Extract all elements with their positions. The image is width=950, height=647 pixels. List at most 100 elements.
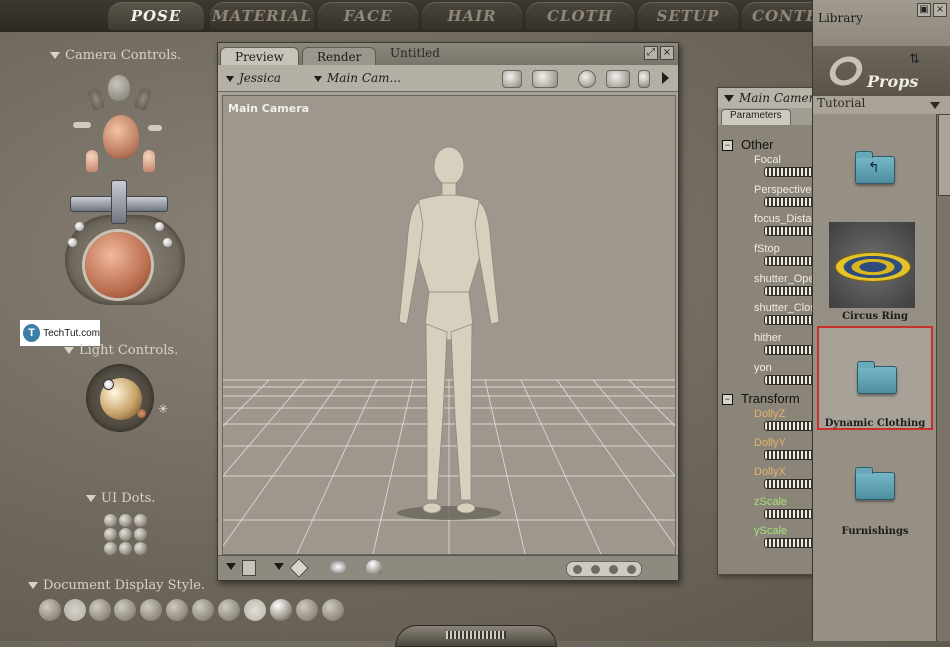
viewport-layout-pill[interactable]	[566, 561, 642, 577]
tab-face[interactable]: FACE	[318, 2, 418, 30]
style-lit-wireframe-button[interactable]	[140, 599, 162, 621]
param-perspective-label: Perspective	[754, 184, 812, 196]
mode-tab-bar: POSE MATERIAL FACE HAIR CLOTH SETUP CONT…	[0, 0, 832, 32]
library-item-dynamic-clothing[interactable]: Dynamic Clothing	[817, 326, 933, 430]
camera-dot-2[interactable]	[68, 238, 77, 247]
scatter-icon[interactable]	[330, 561, 346, 573]
bottom-dropdown-icon[interactable]	[226, 563, 236, 570]
light-bulb-icon[interactable]	[366, 560, 382, 574]
bottom-dropdown-2-icon[interactable]	[274, 563, 284, 570]
params-actor-dropdown[interactable]: Main Camera	[718, 88, 820, 108]
document-display-style-section[interactable]: Document Display Style.	[28, 578, 205, 593]
camera-dot-1[interactable]	[75, 222, 84, 231]
style-cartoon-line-button[interactable]	[244, 599, 266, 621]
library-scrollbar-thumb[interactable]	[938, 114, 950, 196]
library-item-furnishings[interactable]: Furnishings	[817, 432, 933, 537]
camera-icon[interactable]	[502, 70, 522, 88]
tab-setup[interactable]: SETUP	[638, 2, 738, 30]
library-item-up-folder[interactable]: ↰	[817, 114, 933, 218]
resize-icon[interactable]: ⤢	[644, 46, 658, 60]
tab-parameters[interactable]: Parameters	[721, 109, 791, 125]
tab-material[interactable]: MATERIAL	[210, 2, 314, 30]
style-outline-button[interactable]	[64, 599, 86, 621]
param-dollyz-label: DollyZ	[754, 408, 786, 420]
collapse-minus-icon[interactable]: −	[722, 394, 733, 405]
layout-dot[interactable]	[627, 565, 636, 574]
style-silhouette-button[interactable]	[39, 599, 61, 621]
style-smooth-lined-button[interactable]	[296, 599, 318, 621]
tab-preview[interactable]: Preview	[220, 47, 299, 66]
collapse-minus-icon[interactable]: −	[722, 140, 733, 151]
light-add-icon[interactable]: ✳	[158, 402, 168, 416]
ui-dot[interactable]	[119, 542, 132, 555]
light-controls-section[interactable]: Light Controls.	[64, 343, 178, 358]
3d-viewport[interactable]: Main Camera	[222, 95, 676, 555]
next-arrow-icon[interactable]	[662, 72, 669, 84]
ui-dots-section[interactable]: UI Dots.	[86, 491, 156, 506]
camera-dot-4[interactable]	[163, 238, 172, 247]
tab-cloth[interactable]: CLOTH	[526, 2, 634, 30]
ui-dot[interactable]	[119, 514, 132, 527]
ui-dot[interactable]	[134, 528, 147, 541]
library-minimize-icon[interactable]: ▣	[917, 3, 931, 17]
orbit-left-icon[interactable]	[73, 122, 91, 128]
group-other[interactable]: − Other	[722, 137, 774, 152]
ui-dot[interactable]	[104, 514, 117, 527]
figure-dropdown[interactable]: Jessica	[226, 71, 281, 85]
group-transform[interactable]: − Transform	[722, 391, 800, 406]
ui-dot[interactable]	[104, 528, 117, 541]
light-handle-2[interactable]	[137, 409, 146, 418]
move-vertical-icon[interactable]	[111, 180, 127, 224]
camera-head-icon[interactable]	[103, 115, 139, 159]
cube-icon[interactable]	[289, 558, 309, 578]
library-close-icon[interactable]: ×	[933, 3, 947, 17]
camera-controls-section[interactable]: Camera Controls.	[50, 48, 181, 63]
camera-dropdown[interactable]: Main Cam...	[314, 71, 401, 85]
zoom-icon[interactable]	[638, 70, 650, 88]
category-switch-icon[interactable]: ⇅	[909, 52, 920, 67]
square-icon[interactable]	[242, 560, 256, 576]
move-icon[interactable]	[606, 70, 630, 88]
close-icon[interactable]: ×	[660, 46, 674, 60]
collapse-triangle-icon	[28, 582, 38, 589]
drawer-grip-icon	[446, 631, 506, 639]
ui-dot[interactable]	[134, 542, 147, 555]
bottom-drawer-handle[interactable]	[395, 625, 557, 647]
rotate-icon[interactable]	[578, 70, 596, 88]
ui-dot[interactable]	[119, 528, 132, 541]
camera-dot-3[interactable]	[155, 222, 164, 231]
left-hand-icon[interactable]	[86, 150, 98, 172]
style-flat-shaded-button[interactable]	[166, 599, 188, 621]
right-hand-icon[interactable]	[143, 150, 155, 172]
library-item-circus-ring[interactable]: Circus Ring	[817, 220, 933, 326]
style-smooth-shaded-button[interactable]	[270, 599, 292, 621]
ui-dot[interactable]	[104, 542, 117, 555]
small-head-icon[interactable]	[108, 75, 130, 101]
style-hidden-line-button[interactable]	[114, 599, 136, 621]
ui-dot[interactable]	[134, 514, 147, 527]
small-right-hand-icon[interactable]	[133, 86, 153, 112]
small-left-hand-icon[interactable]	[86, 86, 106, 112]
style-cartoon-button[interactable]	[218, 599, 240, 621]
library-category[interactable]: ⇅ Props	[813, 46, 950, 96]
library-scrollbar[interactable]	[936, 114, 950, 641]
layout-dot[interactable]	[609, 565, 618, 574]
orbit-right-icon[interactable]	[148, 125, 162, 131]
figure-dropdown-label: Jessica	[239, 71, 281, 85]
tab-render[interactable]: Render	[302, 47, 377, 66]
light-handle-1[interactable]	[103, 379, 114, 390]
camera-trackball[interactable]	[85, 232, 151, 298]
document-title: Untitled	[390, 46, 440, 60]
subcategory-dropdown[interactable]: Tutorial	[813, 96, 950, 114]
style-flat-lined-button[interactable]	[192, 599, 214, 621]
tab-hair[interactable]: HAIR	[422, 2, 522, 30]
layout-dot[interactable]	[573, 565, 582, 574]
tab-pose[interactable]: POSE	[108, 2, 204, 30]
style-wireframe-button[interactable]	[89, 599, 111, 621]
layout-dot[interactable]	[591, 565, 600, 574]
param-zscale-label: zScale	[754, 496, 788, 508]
camera-switch-icon[interactable]	[532, 70, 558, 88]
style-texture-shaded-button[interactable]	[322, 599, 344, 621]
dropdown-triangle-icon	[314, 75, 322, 82]
light-controls-label: Light Controls.	[79, 343, 179, 358]
